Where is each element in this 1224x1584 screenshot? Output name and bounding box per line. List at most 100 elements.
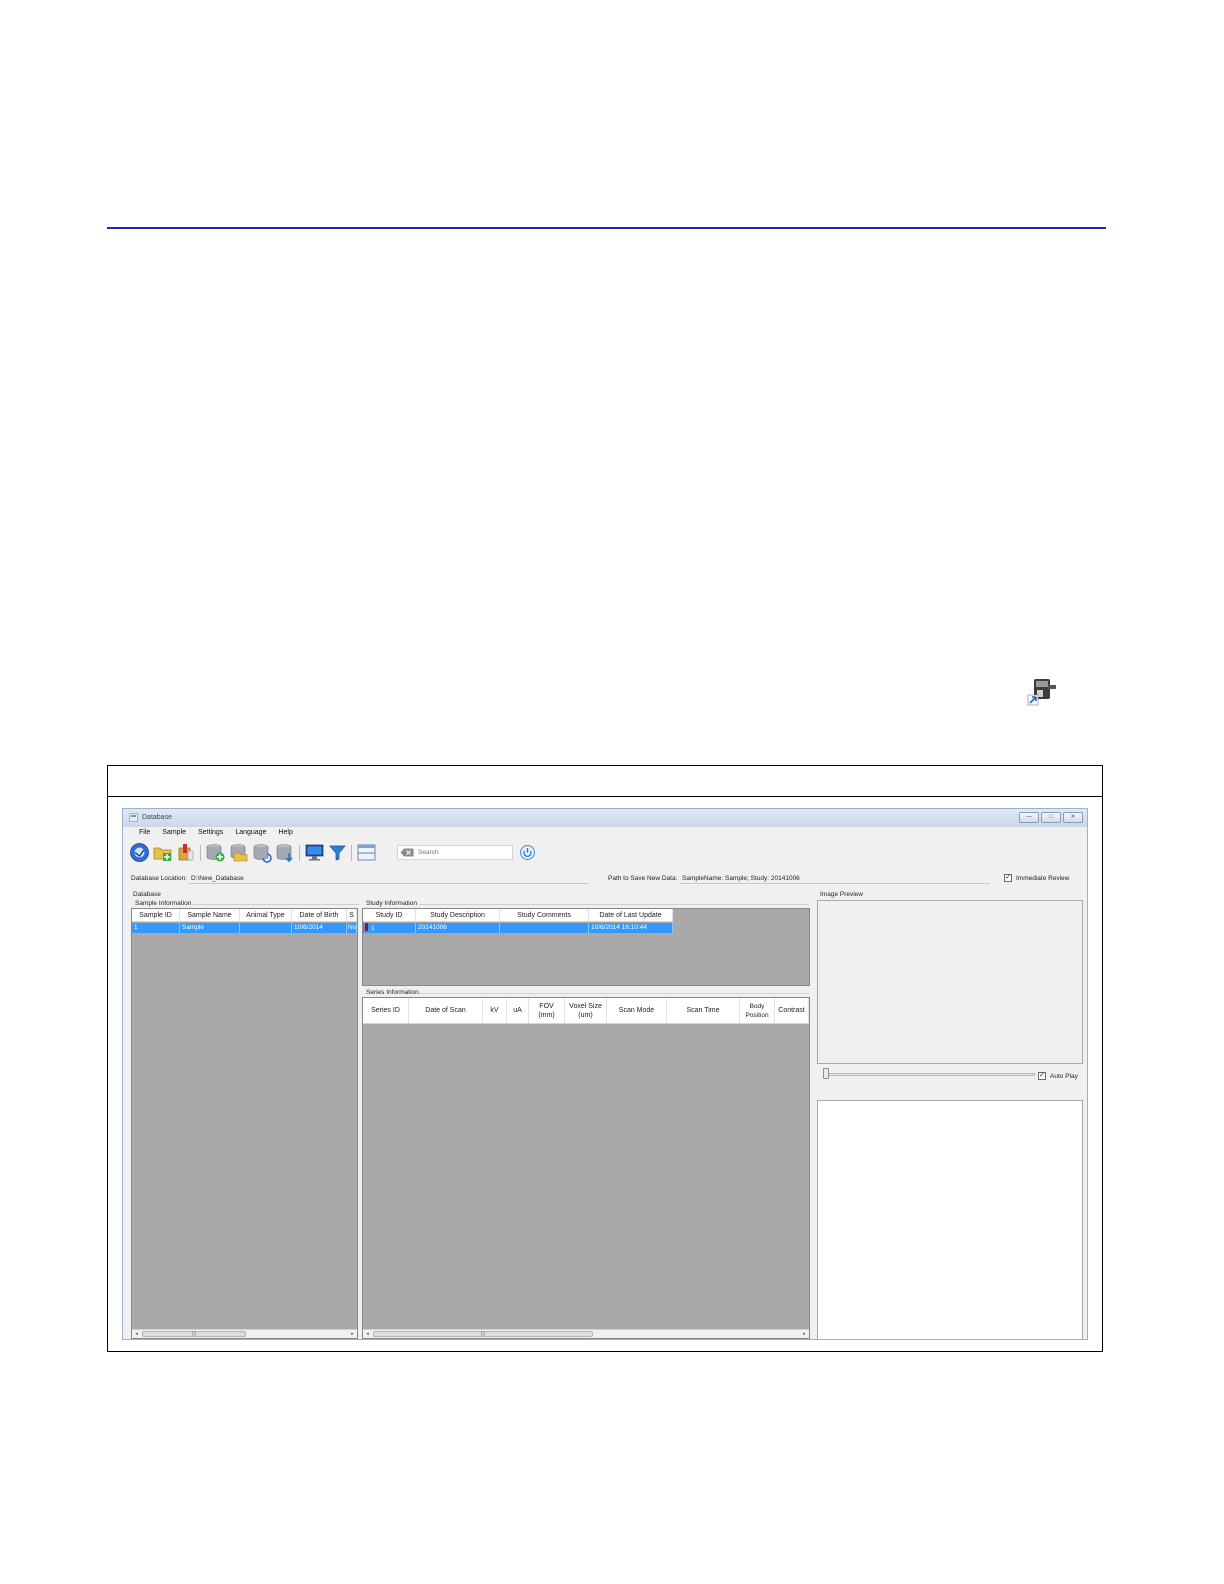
title-bar[interactable]: Database — □ ✕: [123, 809, 1087, 827]
window-controls: — □ ✕: [1019, 812, 1083, 823]
series-group-line: [419, 993, 809, 994]
search-box: [397, 845, 513, 860]
table-row[interactable]: 1 Sample 10/6/2014 No: [132, 923, 357, 933]
immediate-review-checkbox[interactable]: ✓: [1004, 874, 1012, 882]
monitor-icon[interactable]: [304, 842, 325, 863]
database-download-icon[interactable]: [274, 842, 295, 863]
database-refresh-icon[interactable]: [251, 842, 272, 863]
series-table: Series ID Date of Scan kV uA FOV (mm) Vo…: [362, 997, 810, 1339]
column-fov[interactable]: FOV (mm): [529, 998, 565, 1023]
column-scan-mode[interactable]: Scan Mode: [607, 998, 667, 1023]
toolbar: [129, 842, 535, 864]
image-preview-area: [817, 900, 1083, 1064]
save-path-field[interactable]: SampleName: Sample; Study: 20141006: [680, 873, 990, 884]
study-table-header: Study ID Study Description Study Comment…: [363, 909, 673, 922]
auto-play-checkbox[interactable]: ✓: [1038, 1072, 1046, 1080]
database-location-label: Database Location:: [131, 875, 188, 882]
window-title: Database: [142, 814, 172, 821]
scroll-right-arrow[interactable]: ▸: [800, 1330, 809, 1338]
column-study-id[interactable]: Study ID: [363, 909, 416, 921]
column-contrast[interactable]: Contrast: [775, 998, 809, 1023]
menu-help[interactable]: Help: [272, 829, 298, 836]
open-folder-icon[interactable]: [152, 842, 173, 863]
series-table-header: Series ID Date of Scan kV uA FOV (mm) Vo…: [363, 998, 809, 1024]
column-date-of-birth[interactable]: Date of Birth: [292, 909, 347, 921]
column-scan-time[interactable]: Scan Time: [667, 998, 740, 1023]
study-group-label: Study Information: [366, 900, 417, 907]
sample-table-header: Sample ID Sample Name Animal Type Date o…: [132, 909, 357, 922]
sample-horizontal-scrollbar[interactable]: ◂ ||| ▸: [132, 1329, 357, 1338]
column-sample-name[interactable]: Sample Name: [180, 909, 240, 921]
series-horizontal-scrollbar[interactable]: ◂ ||| ▸: [363, 1329, 809, 1338]
series-group-label: Series Information: [366, 989, 419, 996]
scroll-left-arrow[interactable]: ◂: [132, 1330, 141, 1338]
application-shortcut-icon: [1027, 679, 1056, 706]
column-date-of-scan[interactable]: Date of Scan: [409, 998, 483, 1023]
column-ua[interactable]: uA: [507, 998, 529, 1023]
page-divider-rule: [107, 227, 1106, 229]
location-row: Database Location: D:\New_Database Path …: [131, 873, 1081, 885]
power-refresh-icon[interactable]: [519, 844, 536, 861]
column-kv[interactable]: kV: [483, 998, 507, 1023]
toolbar-separator: [200, 845, 201, 861]
study-group-line: [419, 904, 809, 905]
row-indicator-icon: [365, 923, 368, 931]
cell-s: No: [348, 923, 357, 933]
menu-language[interactable]: Language: [229, 829, 272, 836]
scroll-left-arrow[interactable]: ◂: [363, 1330, 372, 1338]
database-location-field[interactable]: D:\New_Database: [189, 873, 589, 884]
close-button[interactable]: ✕: [1063, 812, 1083, 823]
toolbar-separator: [299, 845, 300, 861]
export-package-icon[interactable]: [175, 842, 196, 863]
menu-file[interactable]: File: [133, 829, 156, 836]
study-id-value: 1: [371, 925, 375, 932]
column-voxel-size[interactable]: Voxel Size (um): [565, 998, 607, 1023]
add-database-icon[interactable]: [205, 842, 226, 863]
cell-study-id: 1: [363, 923, 416, 933]
column-sample-id[interactable]: Sample ID: [132, 909, 180, 921]
scroll-right-arrow[interactable]: ▸: [348, 1330, 357, 1338]
database-window: Database — □ ✕ File Sample Settings Lang…: [122, 808, 1088, 1340]
image-info-panel: [817, 1100, 1083, 1339]
figure-caption-bar: [108, 766, 1102, 797]
column-animal-type[interactable]: Animal Type: [240, 909, 292, 921]
playback-slider-thumb[interactable]: [823, 1068, 829, 1079]
cell-sample-id: 1: [132, 923, 180, 933]
study-table: Study ID Study Description Study Comment…: [362, 908, 810, 986]
layout-panel-icon[interactable]: [356, 842, 377, 863]
image-preview-label: Image Preview: [820, 891, 863, 898]
cell-study-comments: [500, 923, 589, 933]
sample-group-line: [193, 904, 359, 905]
toolbar-separator: [351, 845, 352, 861]
maximize-button[interactable]: □: [1041, 812, 1061, 823]
column-date-of-last-update[interactable]: Date of Last Update: [589, 909, 673, 921]
auto-play-label: Auto Play: [1050, 1073, 1078, 1080]
cell-sample-name: Sample: [180, 923, 240, 933]
menu-sample[interactable]: Sample: [156, 829, 192, 836]
column-study-comments[interactable]: Study Comments: [500, 909, 589, 921]
immediate-review-label: Immediate Review: [1016, 875, 1070, 882]
cell-study-description: 20141006: [416, 923, 500, 933]
playback-slider-track[interactable]: [827, 1073, 1035, 1076]
column-study-description[interactable]: Study Description: [416, 909, 500, 921]
sample-group-label: Sample Information: [135, 900, 192, 907]
figure-frame: Database — □ ✕ File Sample Settings Lang…: [107, 765, 1103, 1352]
sample-table: Sample ID Sample Name Animal Type Date o…: [131, 908, 358, 1339]
minimize-button[interactable]: —: [1019, 812, 1039, 823]
cell-date-of-birth: 10/6/2014: [292, 923, 347, 933]
cell-animal-type: [240, 923, 292, 933]
database-folder-icon[interactable]: [228, 842, 249, 863]
filter-icon[interactable]: [327, 842, 348, 863]
scroll-thumb[interactable]: |||: [373, 1331, 593, 1337]
table-row[interactable]: 1 20141006 10/6/2014 16:10:44: [363, 923, 673, 933]
column-s[interactable]: S: [347, 909, 357, 921]
scan-globe-icon[interactable]: [129, 842, 150, 863]
column-body-position[interactable]: Body Position: [740, 998, 775, 1023]
cell-date-of-last-update: 10/6/2014 16:10:44: [589, 923, 673, 933]
column-series-id[interactable]: Series ID: [363, 998, 409, 1023]
menu-bar: File Sample Settings Language Help: [133, 829, 299, 836]
scroll-thumb[interactable]: |||: [142, 1331, 246, 1337]
search-input[interactable]: [398, 846, 512, 859]
database-app-icon: [129, 813, 138, 822]
menu-settings[interactable]: Settings: [192, 829, 229, 836]
